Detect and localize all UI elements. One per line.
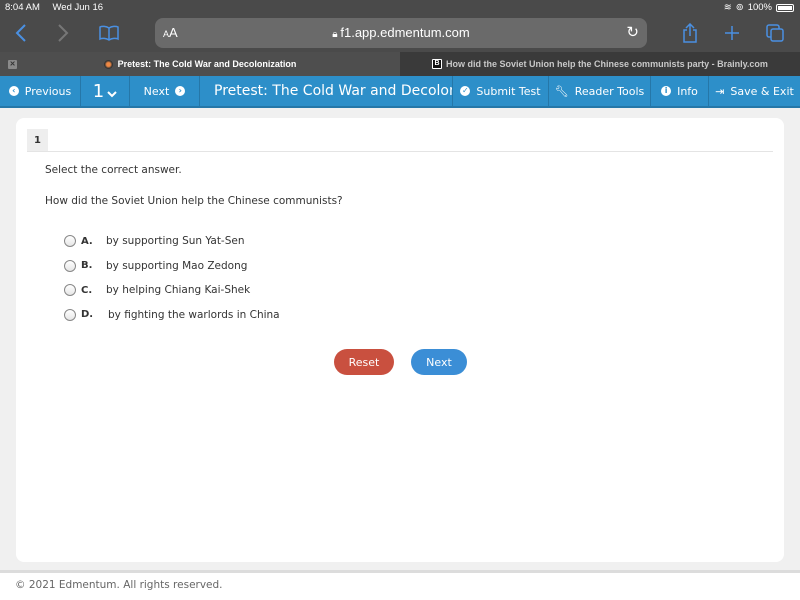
question-number-badge: 1 (27, 129, 48, 151)
reset-button[interactable]: Reset (334, 349, 394, 375)
orientation-lock-icon: ⊚ (735, 2, 744, 13)
answer-options: A. by supporting Sun Yat-Sen B. by suppo… (64, 229, 280, 327)
next-label: Next (143, 84, 170, 98)
next-nav-button[interactable]: Next › (130, 76, 200, 106)
reader-tools-button[interactable]: 🔧︎ Reader Tools (549, 76, 651, 106)
status-bar: 8:04 AM Wed Jun 16 ≋ ⊚ 100% (0, 0, 800, 16)
status-time: 8:04 AM (5, 2, 40, 13)
option-text: by helping Chiang Kai-Shek (106, 284, 251, 297)
edmentum-favicon-icon (103, 59, 113, 69)
test-title-text: Pretest: The Cold War and Decolonization (214, 83, 453, 99)
forward-icon[interactable] (50, 20, 76, 46)
info-button[interactable]: i Info (651, 76, 709, 106)
info-label: Info (677, 84, 698, 98)
option-letter: B. (81, 260, 93, 272)
reload-icon[interactable]: ↻ (626, 23, 639, 41)
battery-percent: 100% (747, 2, 772, 13)
option-text: by supporting Mao Zedong (106, 259, 248, 272)
new-tab-icon[interactable] (719, 20, 745, 46)
wrench-icon: 🔧︎ (554, 84, 569, 98)
check-circle-icon: ✓ (460, 86, 471, 96)
instruction-text: Select the correct answer. (45, 164, 182, 176)
answer-option-a[interactable]: A. by supporting Sun Yat-Sen (64, 229, 280, 254)
next-button[interactable]: Next (411, 349, 467, 375)
tab-title: How did the Soviet Union help the Chines… (446, 59, 768, 69)
previous-button[interactable]: ‹ Previous (0, 76, 81, 106)
test-navbar: ‹ Previous 1 Next › Pretest: The Cold Wa… (0, 76, 800, 108)
arrow-right-circle-icon: › (175, 86, 186, 96)
footer: © 2021 Edmentum. All rights reserved. (0, 573, 800, 600)
divider (27, 151, 773, 152)
copyright-text: © 2021 Edmentum. All rights reserved. (15, 579, 223, 591)
tabs-overview-icon[interactable] (762, 20, 788, 46)
option-letter: C. (81, 284, 93, 296)
wifi-icon: ≋ (723, 2, 732, 13)
option-text: by supporting Sun Yat-Sen (106, 235, 245, 248)
question-prompt: How did the Soviet Union help the Chines… (45, 195, 343, 207)
question-number: 1 (92, 80, 105, 102)
option-letter: A. (81, 235, 93, 247)
save-exit-label: Save & Exit (730, 84, 794, 98)
option-letter: D. (81, 309, 94, 321)
submit-test-button[interactable]: ✓ Submit Test (453, 76, 549, 106)
arrow-left-circle-icon: ‹ (8, 86, 19, 96)
radio-button[interactable] (64, 259, 76, 272)
reader-tools-label: Reader Tools (574, 84, 645, 98)
url-text: f1.app.edmentum.com (340, 25, 470, 40)
question-number-dropdown[interactable]: 1 (81, 76, 130, 106)
browser-tabs: ✕ Pretest: The Cold War and Decolonizati… (0, 52, 800, 76)
save-exit-button[interactable]: ⇥ Save & Exit (709, 76, 800, 106)
answer-option-b[interactable]: B. by supporting Mao Zedong (64, 254, 280, 279)
submit-label: Submit Test (476, 84, 541, 98)
previous-label: Previous (24, 84, 72, 98)
chevron-down-icon (107, 90, 117, 97)
tab-pretest[interactable]: ✕ Pretest: The Cold War and Decolonizati… (0, 52, 400, 76)
option-text: by fighting the warlords in China (108, 308, 280, 321)
sign-in-icon: ⇥ (715, 84, 725, 98)
answer-option-d[interactable]: D. by fighting the warlords in China (64, 303, 280, 328)
radio-button[interactable] (64, 284, 76, 297)
status-date: Wed Jun 16 (52, 2, 104, 13)
battery-icon (776, 3, 794, 12)
radio-button[interactable] (64, 308, 76, 321)
browser-toolbar: AA 🔒︎ f1.app.edmentum.com ↻ (0, 16, 800, 52)
close-tab-icon[interactable]: ✕ (8, 60, 17, 69)
answer-option-c[interactable]: C. by helping Chiang Kai-Shek (64, 278, 280, 303)
tab-brainly[interactable]: B How did the Soviet Union help the Chin… (400, 52, 800, 76)
test-title: Pretest: The Cold War and Decolonization (200, 76, 453, 106)
back-icon[interactable] (8, 20, 34, 46)
bookmarks-icon[interactable] (96, 20, 122, 46)
brainly-favicon-icon: B (432, 59, 443, 69)
radio-button[interactable] (64, 235, 76, 248)
share-icon[interactable] (677, 20, 703, 46)
tab-title: Pretest: The Cold War and Decolonization (117, 59, 297, 69)
address-bar[interactable]: AA 🔒︎ f1.app.edmentum.com ↻ (155, 18, 647, 48)
question-card: 1 Select the correct answer. How did the… (16, 118, 784, 562)
info-icon: i (661, 86, 672, 96)
